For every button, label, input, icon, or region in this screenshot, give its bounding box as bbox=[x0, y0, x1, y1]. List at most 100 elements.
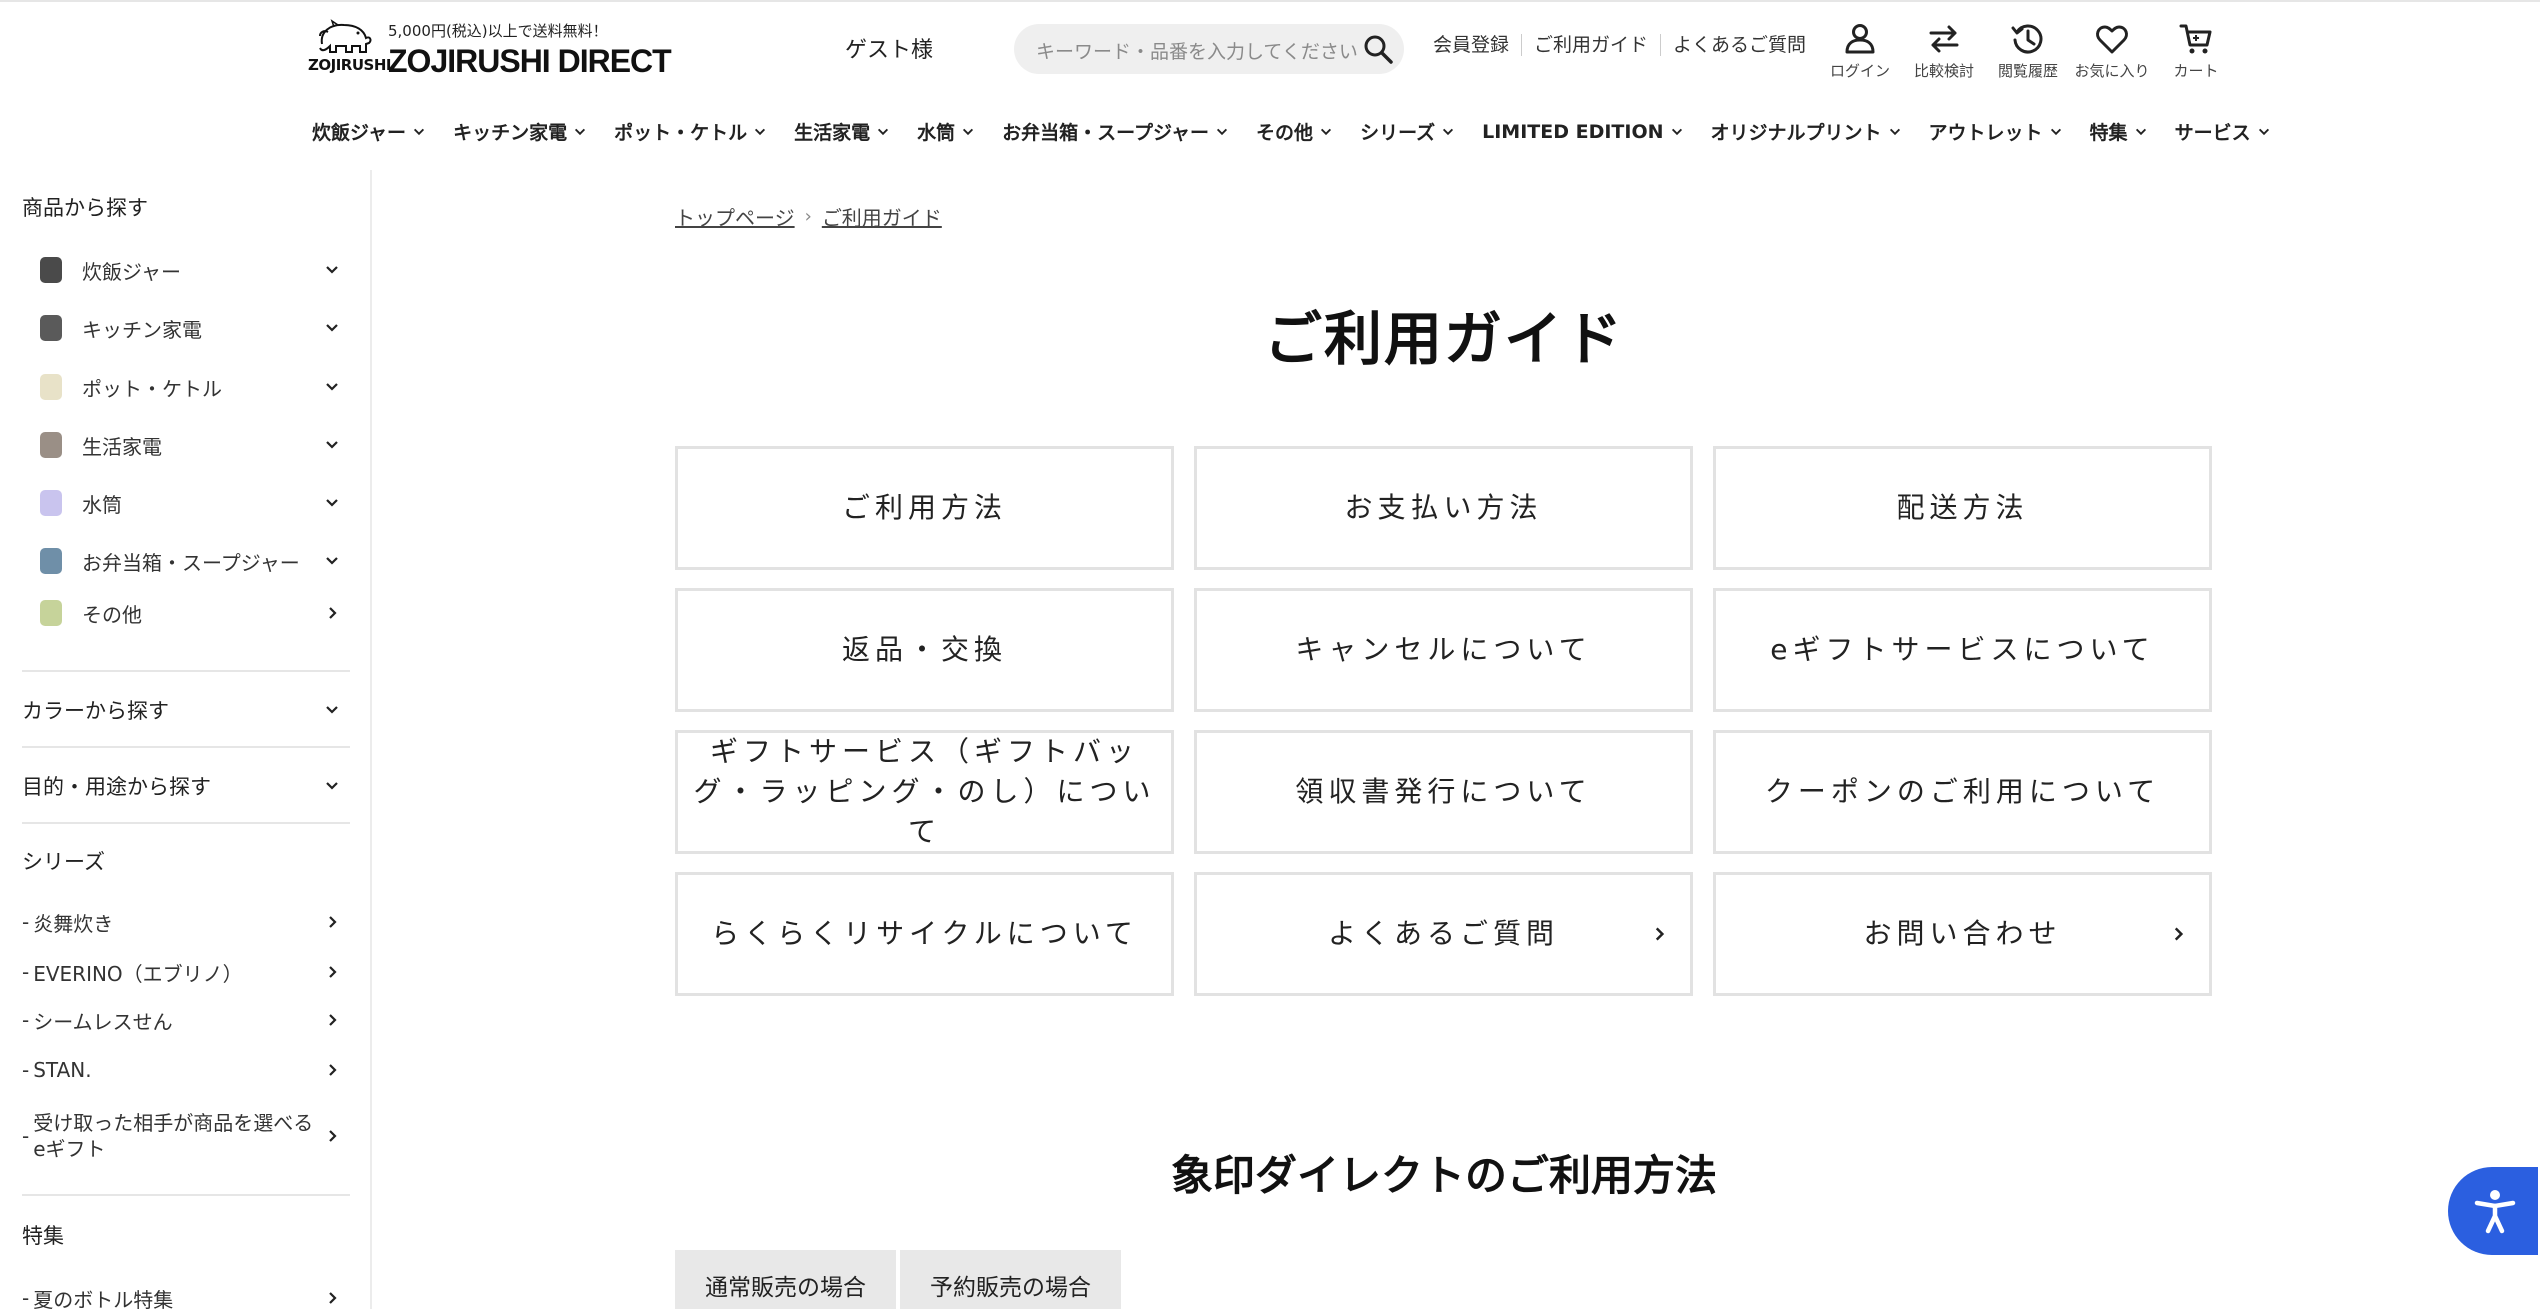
main-nav-label: その他 bbox=[1256, 122, 1314, 144]
compare-label: 比較検討 bbox=[1913, 62, 1974, 80]
history-icon bbox=[2011, 24, 2043, 54]
sidebar-category-item[interactable]: キッチン家電 bbox=[40, 308, 340, 348]
section-title: 象印ダイレクトのご利用方法 bbox=[1170, 1151, 1717, 1200]
search-icon[interactable] bbox=[1362, 33, 1394, 65]
category-thumbnail bbox=[40, 548, 62, 574]
register-link[interactable]: 会員登録 bbox=[1433, 34, 1521, 56]
chevron-down-icon bbox=[326, 441, 338, 449]
guide-menu-label: ギフトサービス（ギフトバッグ・ラッピング・のし）について bbox=[693, 735, 1156, 848]
main-nav-label: サービス bbox=[2174, 122, 2251, 144]
chevron-down-icon bbox=[326, 383, 338, 391]
sidebar-category-item[interactable]: お弁当箱・スープジャー bbox=[40, 541, 340, 581]
tab-normal-sale[interactable]: 通常販売の場合 bbox=[675, 1250, 896, 1309]
heart-icon bbox=[2096, 25, 2128, 54]
search-input[interactable]: キーワード・品番を入力してください bbox=[1036, 37, 1358, 64]
guide-menu-button[interactable]: 領収書発行について bbox=[1194, 730, 1693, 854]
guide-menu-button[interactable]: よくあるご質問 bbox=[1194, 872, 1693, 996]
main-nav-item[interactable]: 特集 bbox=[2090, 118, 2148, 145]
guide-menu-button[interactable]: クーポンのご利用について bbox=[1713, 730, 2212, 854]
guide-menu-button[interactable]: 配送方法 bbox=[1713, 446, 2212, 570]
main-nav-item[interactable]: 生活家電 bbox=[794, 118, 890, 145]
chevron-down-icon bbox=[326, 266, 338, 274]
main-nav-item[interactable]: 炊飯ジャー bbox=[312, 118, 426, 145]
color-search-toggle[interactable]: カラーから探す bbox=[22, 690, 340, 730]
main-nav-item[interactable]: その他 bbox=[1256, 118, 1333, 145]
list-dash: - bbox=[22, 910, 30, 934]
guide-menu-label: 配送方法 bbox=[1896, 491, 2029, 524]
chevron-right-icon bbox=[329, 1064, 337, 1076]
chevron-down-icon bbox=[326, 557, 338, 565]
guide-menu-label: らくらくリサイクルについて bbox=[711, 917, 1138, 950]
chevron-down-icon bbox=[1321, 128, 1332, 135]
sidebar-category-item[interactable]: 炊飯ジャー bbox=[40, 250, 340, 290]
compare-button[interactable]: 比較検討 bbox=[1902, 20, 1986, 81]
favorites-button[interactable]: お気に入り bbox=[2070, 20, 2154, 81]
sidebar-series-item[interactable]: - 受け取った相手が商品を選べるeギフト bbox=[22, 1106, 340, 1166]
main-nav-item[interactable]: サービス bbox=[2175, 118, 2271, 145]
guide-menu-button[interactable]: お支払い方法 bbox=[1194, 446, 1693, 570]
chevron-down-icon bbox=[1216, 128, 1228, 135]
breadcrumb: トップページ › ご利用ガイド bbox=[675, 202, 942, 231]
user-icon bbox=[1845, 24, 1875, 54]
guide-menu-button[interactable]: ご利用方法 bbox=[675, 446, 1174, 570]
guide-menu-label: ご利用方法 bbox=[841, 491, 1007, 524]
sidebar-series-item[interactable]: - シームレスせん bbox=[22, 1006, 340, 1034]
chevron-down-icon bbox=[2050, 128, 2061, 135]
sidebar: 商品から探す 炊飯ジャー キッチン家電 ポット・ケトル 生活家電 水筒 お弁当箱・スープジ… bbox=[0, 170, 372, 1309]
chevron-down-icon bbox=[878, 128, 889, 135]
main-nav-item[interactable]: シリーズ bbox=[1360, 118, 1455, 145]
search-box[interactable]: キーワード・品番を入力してください bbox=[1014, 24, 1404, 74]
guide-menu-label: 領収書発行について bbox=[1295, 775, 1592, 808]
list-dash: - bbox=[22, 960, 30, 984]
sidebar-series-item[interactable]: - EVERINO（エブリノ） bbox=[22, 958, 340, 986]
main-nav-item[interactable]: LIMITED EDITION bbox=[1482, 118, 1683, 145]
sidebar-category-label: 水筒 bbox=[82, 492, 122, 517]
cart-button[interactable]: カート bbox=[2154, 20, 2238, 81]
faq-link[interactable]: よくあるご質問 bbox=[1660, 34, 1818, 56]
guide-menu-label: キャンセルについて bbox=[1295, 633, 1592, 666]
sidebar-divider bbox=[22, 822, 350, 824]
sidebar-series-label: 炎舞炊き bbox=[33, 911, 114, 936]
tab-preorder-sale[interactable]: 予約販売の場合 bbox=[900, 1250, 1121, 1309]
main-nav-label: お弁当箱・スープジャー bbox=[1002, 122, 1210, 144]
guide-menu-label: eギフトサービスについて bbox=[1770, 633, 2155, 666]
accessibility-button[interactable] bbox=[2448, 1167, 2538, 1255]
guide-menu-button[interactable]: 返品・交換 bbox=[675, 588, 1174, 712]
category-thumbnail bbox=[40, 490, 62, 516]
login-button[interactable]: ログイン bbox=[1818, 20, 1902, 81]
history-button[interactable]: 閲覧履歴 bbox=[1986, 20, 2070, 81]
sidebar-category-item[interactable]: 水筒 bbox=[40, 483, 340, 523]
sidebar-divider bbox=[22, 746, 350, 748]
main-nav-item[interactable]: ポット・ケトル bbox=[614, 118, 767, 145]
guide-link[interactable]: ご利用ガイド bbox=[1521, 34, 1660, 56]
site-logo[interactable]: ZOJIRUSHI 5,000円(税込)以上で送料無料！ ZOJIRUSHI D… bbox=[308, 18, 688, 79]
main-nav-item[interactable]: 水筒 bbox=[917, 118, 975, 145]
brand-name: ZOJIRUSHI DIRECT bbox=[388, 43, 672, 79]
main-nav-item[interactable]: キッチン家電 bbox=[453, 118, 587, 145]
guide-menu-button[interactable]: ギフトサービス（ギフトバッグ・ラッピング・のし）について bbox=[675, 730, 1174, 854]
guide-menu-button[interactable]: らくらくリサイクルについて bbox=[675, 872, 1174, 996]
guide-menu-button[interactable]: お問い合わせ bbox=[1713, 872, 2212, 996]
main-nav: 炊飯ジャー キッチン家電 ポット・ケトル 生活家電 水筒 お弁当箱・スープジャー その他 シリ… bbox=[312, 118, 2298, 145]
sidebar-category-item[interactable]: その他 bbox=[40, 593, 340, 633]
sidebar-feature-item[interactable]: - 夏のボトル特集 bbox=[22, 1284, 340, 1309]
chevron-right-icon bbox=[329, 1292, 337, 1304]
guide-menu-button[interactable]: eギフトサービスについて bbox=[1713, 588, 2212, 712]
main-nav-item[interactable]: オリジナルプリント bbox=[1711, 118, 1902, 145]
category-thumbnail bbox=[40, 315, 62, 341]
sidebar-series-item[interactable]: - STAN. bbox=[22, 1056, 340, 1084]
site-header: ZOJIRUSHI 5,000円(税込)以上で送料無料！ ZOJIRUSHI D… bbox=[0, 0, 2540, 170]
chevron-down-icon bbox=[755, 128, 766, 135]
main-nav-item[interactable]: お弁当箱・スープジャー bbox=[1002, 118, 1229, 145]
sidebar-category-item[interactable]: 生活家電 bbox=[40, 425, 340, 465]
purchase-type-tabs: 通常販売の場合 予約販売の場合 bbox=[675, 1250, 1125, 1309]
purpose-search-toggle[interactable]: 目的・用途から探す bbox=[22, 766, 340, 806]
sidebar-category-item[interactable]: ポット・ケトル bbox=[40, 367, 340, 407]
shipping-notice: 5,000円(税込)以上で送料無料！ bbox=[388, 22, 608, 40]
breadcrumb-home-link[interactable]: トップページ bbox=[675, 202, 795, 231]
chevron-down-icon bbox=[2258, 128, 2269, 135]
breadcrumb-current-link[interactable]: ご利用ガイド bbox=[822, 202, 942, 231]
sidebar-series-item[interactable]: - 炎舞炊き bbox=[22, 908, 340, 936]
guide-menu-button[interactable]: キャンセルについて bbox=[1194, 588, 1693, 712]
main-nav-item[interactable]: アウトレット bbox=[1929, 118, 2063, 145]
